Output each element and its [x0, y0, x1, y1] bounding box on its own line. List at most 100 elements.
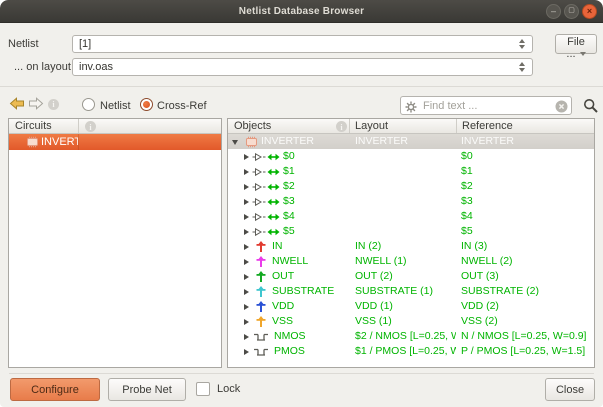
tree-row-nwell[interactable]: NWELLNWELL (1)NWELL (2)	[228, 254, 594, 269]
column-divider	[78, 134, 79, 150]
layout-cell: VDD (1)	[355, 299, 456, 314]
tree-row-vdd[interactable]: VDDVDD (1)VDD (2)	[228, 299, 594, 314]
crossref-radio-label[interactable]: Cross-Ref	[157, 100, 207, 112]
tree-row-5[interactable]: $5$5	[228, 224, 594, 239]
maximize-icon[interactable]: ▢	[564, 4, 579, 19]
column-divider[interactable]	[349, 119, 350, 133]
layout-cell: OUT (2)	[355, 269, 456, 284]
layout-header-label[interactable]: Layout	[355, 119, 388, 133]
tree-row-pmos[interactable]: PMOS$1 / PMOS [L=0.25, W=1.P / PMOS [L=0…	[228, 344, 594, 359]
collapse-arrow-icon[interactable]	[232, 140, 238, 145]
device-icon	[253, 346, 269, 363]
layout-cell	[355, 209, 456, 224]
objects-tree: INVERTERINVERTERINVERTER$0$0$1$1$2$2$3$3…	[228, 134, 594, 367]
find-input[interactable]	[421, 98, 547, 113]
layout-cell: $2 / NMOS [L=0.25, W=0.	[355, 329, 456, 344]
netlist-combo-value: [1]	[79, 38, 91, 50]
reference-cell: INVERTER	[461, 134, 592, 149]
expand-arrow-icon[interactable]	[244, 319, 249, 325]
column-divider[interactable]	[78, 119, 79, 133]
info-icon[interactable]: i	[48, 99, 59, 110]
reference-cell: $5	[461, 224, 592, 239]
netlist-database-browser-dialog: Netlist Database Browser – ▢ × Netlist […	[0, 0, 603, 407]
reference-cell: P / PMOS [L=0.25, W=1.5]	[461, 344, 592, 359]
chevron-down-icon	[580, 52, 586, 56]
expand-arrow-icon[interactable]	[244, 289, 249, 295]
layout-cell: IN (2)	[355, 239, 456, 254]
on-layout-label: ... on layout	[14, 61, 71, 73]
spinner-arrows-icon[interactable]	[518, 61, 526, 73]
objects-header-label[interactable]: Objects	[234, 119, 271, 133]
crossref-radio[interactable]	[140, 98, 153, 111]
tree-row-0[interactable]: $0$0	[228, 149, 594, 164]
close-button[interactable]: Close	[545, 378, 595, 401]
layout-cell: $1 / PMOS [L=0.25, W=1.	[355, 344, 456, 359]
forward-arrow-icon	[28, 97, 44, 110]
layout-cell: NWELL (1)	[355, 254, 456, 269]
netlist-label: Netlist	[8, 38, 39, 50]
lock-checkbox-label[interactable]: Lock	[217, 383, 240, 395]
circuits-header[interactable]: Circuits i	[9, 119, 221, 134]
probe-net-button[interactable]: Probe Net	[108, 378, 186, 401]
close-icon[interactable]: ×	[582, 4, 597, 19]
window-controls: – ▢ ×	[546, 4, 597, 19]
gear-icon[interactable]	[405, 100, 417, 118]
search-button[interactable]	[577, 97, 595, 115]
lock-checkbox[interactable]	[196, 382, 210, 396]
expand-arrow-icon[interactable]	[244, 259, 249, 265]
tree-row-1[interactable]: $1$1	[228, 164, 594, 179]
tree-row-2[interactable]: $2$2	[228, 179, 594, 194]
expand-arrow-icon[interactable]	[244, 304, 249, 310]
circuit-name: INVERTER	[41, 134, 78, 150]
clear-search-icon[interactable]	[555, 100, 568, 118]
tree-row-nmos[interactable]: NMOS$2 / NMOS [L=0.25, W=0.N / NMOS [L=0…	[228, 329, 594, 344]
netlist-radio-label[interactable]: Netlist	[100, 100, 131, 112]
tree-row-out[interactable]: OUTOUT (2)OUT (3)	[228, 269, 594, 284]
tree-row-3[interactable]: $3$3	[228, 194, 594, 209]
configure-button[interactable]: Configure	[10, 378, 100, 401]
minimize-icon[interactable]: –	[546, 4, 561, 19]
expand-arrow-icon[interactable]	[244, 229, 249, 235]
circuit-row[interactable]: INVERTER	[9, 134, 221, 150]
reference-cell: NWELL (2)	[461, 254, 592, 269]
circuits-panel: Circuits i INVERTER	[8, 118, 222, 368]
column-divider[interactable]	[456, 119, 457, 133]
reference-cell: $3	[461, 194, 592, 209]
expand-arrow-icon[interactable]	[244, 244, 249, 250]
reference-cell: N / NMOS [L=0.25, W=0.9]	[461, 329, 592, 344]
reference-header-label[interactable]: Reference	[462, 119, 513, 133]
file-menu-button[interactable]: File ...	[555, 34, 597, 54]
expand-arrow-icon[interactable]	[244, 214, 249, 220]
expand-arrow-icon[interactable]	[244, 274, 249, 280]
expand-arrow-icon[interactable]	[244, 169, 249, 175]
forward-button[interactable]	[28, 97, 44, 115]
layout-cell	[355, 164, 456, 179]
objects-panel: Objects i Layout Reference INVERTERINVER…	[227, 118, 595, 368]
expand-arrow-icon[interactable]	[244, 199, 249, 205]
tree-row-substrate[interactable]: SUBSTRATESUBSTRATE (1)SUBSTRATE (2)	[228, 284, 594, 299]
circuits-header-label[interactable]: Circuits	[15, 119, 52, 133]
reference-cell: VDD (2)	[461, 299, 592, 314]
expand-arrow-icon[interactable]	[244, 184, 249, 190]
expand-arrow-icon[interactable]	[244, 154, 249, 160]
info-column-icon: i	[336, 121, 347, 132]
tree-row-vss[interactable]: VSSVSS (1)VSS (2)	[228, 314, 594, 329]
tree-row-inverter[interactable]: INVERTERINVERTERINVERTER	[228, 134, 594, 149]
layout-cell	[355, 194, 456, 209]
objects-header[interactable]: Objects i Layout Reference	[228, 119, 594, 134]
netlist-combo[interactable]: [1]	[72, 35, 533, 53]
expand-arrow-icon[interactable]	[244, 349, 249, 355]
layout-combo[interactable]: inv.oas	[72, 58, 533, 76]
separator	[0, 86, 603, 87]
titlebar[interactable]: Netlist Database Browser – ▢ ×	[0, 0, 603, 23]
netlist-radio[interactable]	[82, 98, 95, 111]
expand-arrow-icon[interactable]	[244, 334, 249, 340]
tree-row-in[interactable]: ININ (2)IN (3)	[228, 239, 594, 254]
window-title: Netlist Database Browser	[0, 0, 603, 23]
back-button[interactable]	[9, 97, 25, 115]
spinner-arrows-icon[interactable]	[518, 38, 526, 50]
layout-cell	[355, 149, 456, 164]
layout-combo-value: inv.oas	[79, 61, 113, 73]
tree-row-4[interactable]: $4$4	[228, 209, 594, 224]
reference-cell: VSS (2)	[461, 314, 592, 329]
